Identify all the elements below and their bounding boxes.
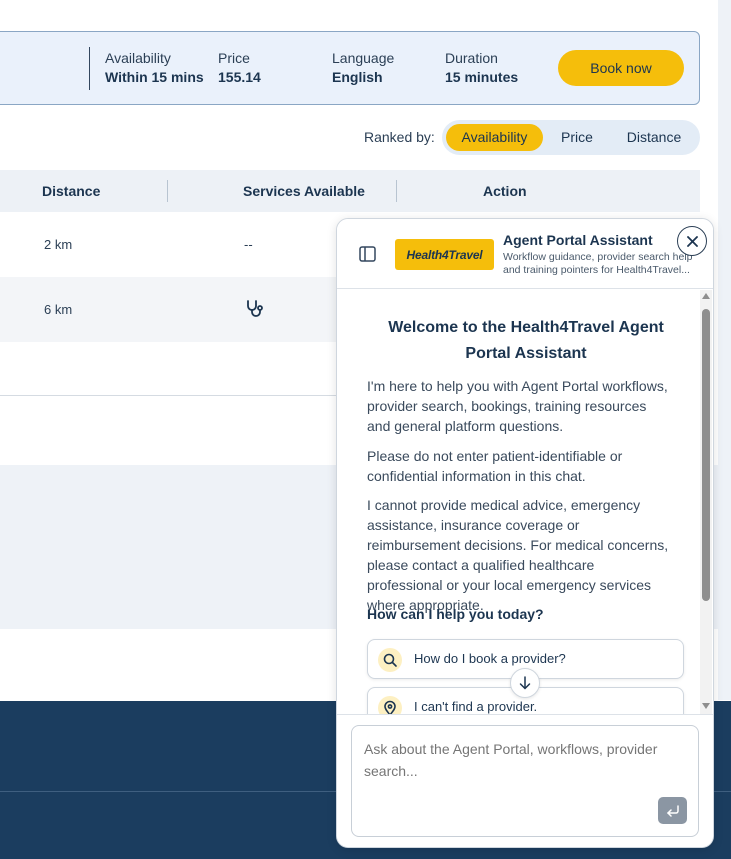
scroll-down-arrow-icon[interactable] [702,703,710,709]
rank-option-distance[interactable]: Distance [618,124,690,151]
disclaimer-text: I cannot provide medical advice, emergen… [367,497,669,613]
suggestion-label: How do I book a provider? [414,651,566,666]
help-heading: How can I help you today? [367,606,544,622]
intro-text: I'm here to help you with Agent Portal w… [367,378,668,434]
assistant-subtitle-line: and training pointers for Health4Travel.… [503,264,690,276]
rank-option-price[interactable]: Price [547,124,607,151]
price-label: Price [218,50,250,66]
chat-scrollbar[interactable] [700,290,712,714]
language-summary: Language English [332,50,394,85]
scroll-thumb[interactable] [702,309,710,601]
distance-cell: 6 km [44,302,73,317]
language-value: English [332,69,383,85]
arrow-down-icon [519,676,531,690]
distance-cell: 2 km [44,237,73,252]
sidebar-toggle-icon[interactable] [359,246,377,262]
chat-input[interactable] [351,725,699,837]
chat-messages: Welcome to the Health4Travel Agent Porta… [337,290,713,714]
close-icon [686,235,698,247]
health4travel-logo: Health4Travel [395,239,494,270]
price-value: 155.14 [218,69,261,85]
logo-text: Health4Travel [406,247,483,262]
duration-summary: Duration 15 minutes [445,50,518,85]
duration-label: Duration [445,50,498,66]
close-button[interactable] [677,226,707,256]
enter-icon [666,804,679,817]
price-summary: Price 155.14 [218,50,261,85]
stethoscope-icon [245,299,265,324]
assistant-title: Agent Portal Assistant [503,232,653,248]
scroll-up-arrow-icon[interactable] [702,293,710,299]
ranking-toggle: Availability Price Distance [442,120,700,155]
availability-label: Availability [105,50,171,66]
assistant-header: Health4Travel Agent Portal Assistant Wor… [337,219,713,289]
services-cell: -- [244,237,253,252]
column-header-action: Action [483,183,527,199]
privacy-note: Please do not enter patient-identifiable… [367,448,623,484]
column-header-distance: Distance [42,183,101,199]
chat-composer [337,714,713,847]
send-button[interactable] [658,797,687,824]
search-icon [378,648,402,672]
agent-portal-assistant-panel: Health4Travel Agent Portal Assistant Wor… [336,218,714,848]
location-pin-icon [378,696,402,714]
summary-divider [89,47,90,90]
assistant-subtitle-line: Workflow guidance, provider search help [503,251,693,263]
suggestion-label: I can't find a provider. [414,699,538,714]
welcome-heading: Welcome to the Health4Travel Agent Porta… [388,319,664,362]
column-separator [396,180,397,202]
availability-value: Within 15 mins [105,69,204,85]
rank-option-availability[interactable]: Availability [446,124,543,151]
book-now-button[interactable]: Book now [558,50,684,86]
assistant-subtitle: Workflow guidance, provider search help … [503,251,701,277]
ranked-by-label: Ranked by: [364,129,435,145]
column-separator [167,180,168,202]
scroll-to-bottom-button[interactable] [510,668,540,698]
language-label: Language [332,50,395,66]
duration-value: 15 minutes [445,69,519,85]
column-header-services: Services Available [243,183,365,199]
availability-summary: Availability Within 15 mins [105,50,204,85]
